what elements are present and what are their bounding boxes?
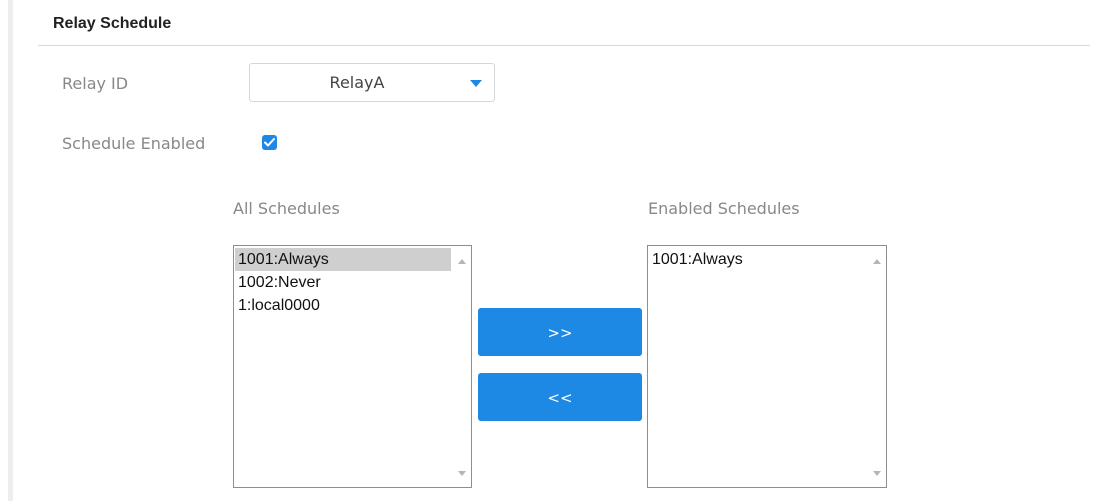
scrollbar[interactable] xyxy=(453,246,471,487)
relay-id-label: Relay ID xyxy=(62,74,129,93)
schedule-enabled-label: Schedule Enabled xyxy=(62,134,206,153)
section-title: Relay Schedule xyxy=(53,15,172,32)
scrollbar[interactable] xyxy=(868,246,886,487)
all-schedules-listbox[interactable]: 1001:Always 1002:Never 1:local0000 xyxy=(233,245,472,488)
list-item[interactable]: 1002:Never xyxy=(235,271,451,294)
all-schedules-title: All Schedules xyxy=(233,199,340,218)
enabled-schedules-title: Enabled Schedules xyxy=(648,199,800,218)
enabled-schedules-items: 1001:Always xyxy=(649,248,866,271)
list-item[interactable]: 1001:Always xyxy=(235,248,451,271)
caret-down-icon xyxy=(470,80,482,87)
checkmark-icon xyxy=(264,138,275,147)
scroll-down-arrow-icon[interactable] xyxy=(873,471,881,476)
enabled-schedules-listbox[interactable]: 1001:Always xyxy=(647,245,887,488)
list-item[interactable]: 1001:Always xyxy=(649,248,866,271)
relay-id-select[interactable]: RelayA xyxy=(249,63,495,102)
schedule-enabled-checkbox[interactable] xyxy=(262,135,277,150)
scroll-up-arrow-icon[interactable] xyxy=(458,259,466,264)
section-divider xyxy=(38,45,1090,46)
remove-schedule-button[interactable]: << xyxy=(478,373,642,421)
add-schedule-button[interactable]: >> xyxy=(478,308,642,356)
left-rail xyxy=(8,0,13,501)
all-schedules-items: 1001:Always 1002:Never 1:local0000 xyxy=(235,248,451,317)
relay-id-selected-value: RelayA xyxy=(329,73,385,92)
scroll-down-arrow-icon[interactable] xyxy=(458,471,466,476)
list-item[interactable]: 1:local0000 xyxy=(235,294,451,317)
scroll-up-arrow-icon[interactable] xyxy=(873,259,881,264)
